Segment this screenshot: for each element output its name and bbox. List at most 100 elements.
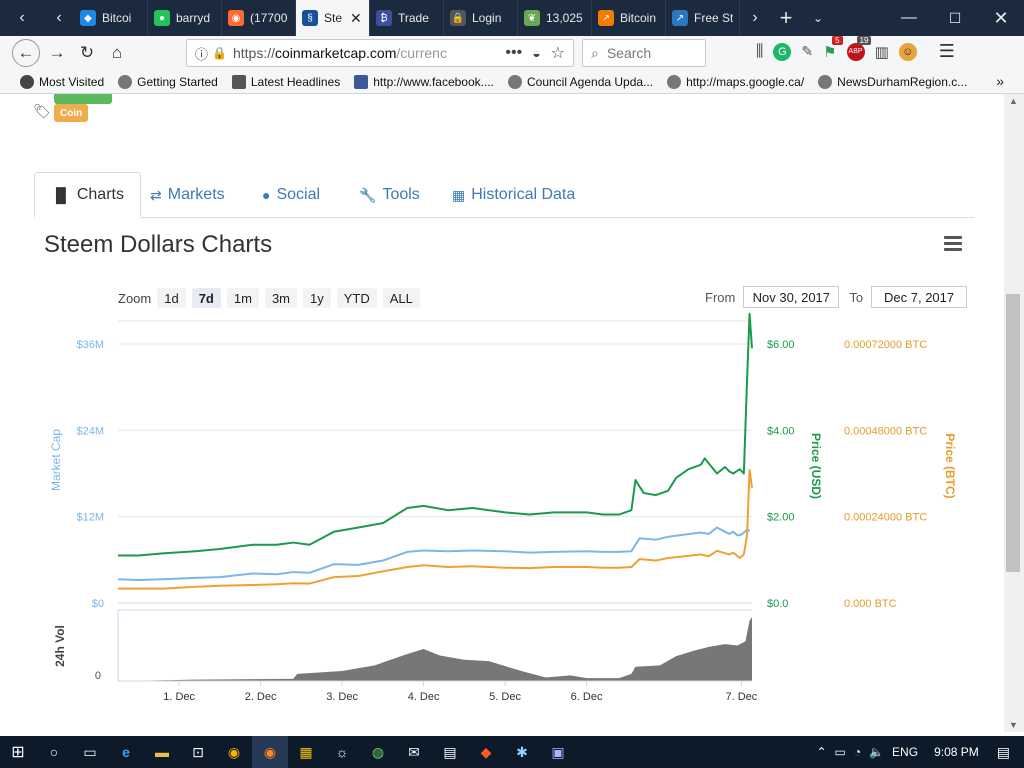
trade-tab-icon: ₿ — [376, 10, 392, 26]
store-icon[interactable]: ⊡ — [180, 736, 216, 768]
globe-app-icon[interactable]: ◍ — [360, 736, 396, 768]
bookmark-star-icon[interactable]: ☆ — [551, 43, 565, 63]
page-actions-icon[interactable]: ••• — [505, 44, 522, 62]
media-app-icon[interactable]: ▣ — [540, 736, 576, 768]
clock[interactable]: 9:08 PM — [934, 745, 979, 759]
green-dot-tab-icon: ● — [154, 10, 170, 26]
back-tab-arrow-icon[interactable]: ‹ — [44, 0, 74, 36]
hamburger-menu-icon[interactable]: ☰ — [939, 41, 955, 62]
volume-axis-label: 24h Vol — [53, 625, 67, 667]
y-left-axis-label: Market Cap — [49, 429, 63, 491]
home-button[interactable]: ⌂ — [102, 38, 132, 68]
forward-button[interactable]: → — [42, 38, 72, 68]
language-indicator[interactable]: ENG — [892, 745, 918, 759]
cortana-icon[interactable]: ○ — [36, 736, 72, 768]
y-left-tick: $12M — [76, 512, 104, 524]
close-window-icon[interactable]: ✕ — [978, 0, 1024, 36]
browser-tab-8[interactable]: ↗ Free St — [666, 0, 740, 36]
extension-icon[interactable]: ⚑ 5 — [823, 35, 843, 61]
bookmark-2[interactable]: Latest Headlines — [231, 74, 340, 89]
bitcoin-tab-icon: ◆ — [80, 10, 96, 26]
scrollbar-thumb[interactable] — [1006, 294, 1020, 572]
browser-tab-5[interactable]: 🔒 Login — [444, 0, 518, 36]
maximize-icon[interactable]: ☐ — [932, 0, 978, 36]
browser-tab-4[interactable]: ₿ Trade — [370, 0, 444, 36]
search-box[interactable]: ⌕ Search — [582, 39, 706, 67]
firefox-taskbar-icon[interactable]: ◉ — [252, 736, 288, 768]
tab-scroll-left-icon[interactable]: ‹ — [0, 0, 44, 36]
calculator-grid-icon[interactable]: ▦ — [288, 736, 324, 768]
page-scrollbar[interactable]: ▲ ▼ — [1004, 94, 1024, 732]
bookmarks-overflow-icon[interactable]: » — [996, 73, 1004, 89]
page-content: 🏷 Coin ▐▌ Charts ⇄ Markets ● Social 🔧 Tools … — [0, 94, 1004, 732]
bookmark-3[interactable]: http://www.facebook.... — [354, 74, 494, 89]
browser-tab-1[interactable]: ● barryd — [148, 0, 222, 36]
windows-start-icon[interactable]: ⊞ — [0, 736, 36, 768]
back-button[interactable]: ← — [12, 39, 40, 67]
adblock-icon[interactable]: ABP 19 — [846, 35, 872, 61]
bookmark-0[interactable]: Most Visited — [20, 74, 105, 89]
notifications-icon[interactable]: ▤ — [997, 744, 1010, 761]
minimize-icon[interactable]: — — [886, 0, 932, 36]
task-view-icon[interactable]: ▭ — [72, 736, 108, 768]
bookmark-label: Most Visited — [39, 74, 105, 89]
app-icon[interactable]: ☼ — [324, 736, 360, 768]
bookmark-6[interactable]: NewsDurhamRegion.c... — [818, 74, 968, 89]
url-bar[interactable]: ⓘ 🔒 https://coinmarketcap.com/currenc ••… — [186, 39, 574, 67]
browser-tab-0[interactable]: ◆ Bitcoi — [74, 0, 148, 36]
tab-scroll-right-icon[interactable]: › — [740, 0, 770, 36]
chrome-icon[interactable]: ◉ — [216, 736, 252, 768]
wifi-icon[interactable]: ◔ — [854, 745, 861, 759]
price-chart: $0 $0.0 0.000 BTC $12M $2.00 0.00024000 BTC $2… — [49, 312, 957, 703]
arrow-left-icon: ← — [17, 43, 35, 62]
scroll-up-icon[interactable]: ▲ — [1009, 96, 1018, 106]
monkey-icon[interactable]: ☺ — [898, 42, 917, 61]
browser-tab-label: Trade — [398, 11, 429, 25]
browser-tab-6[interactable]: ❦ 13,025 — [518, 0, 592, 36]
browser-tab-7[interactable]: ↗ Bitcoin — [592, 0, 666, 36]
brave-icon[interactable]: ◆ — [468, 736, 504, 768]
orange-tab-icon: ◉ — [228, 10, 244, 26]
browser-tab-label: Free St — [694, 11, 733, 25]
calculator-icon[interactable]: ▤ — [432, 736, 468, 768]
adblock-badge: 19 — [856, 35, 872, 45]
x-tick-label: 2. Dec — [245, 691, 277, 703]
close-tab-icon[interactable]: ✕ — [350, 10, 362, 27]
info-icon[interactable]: ⓘ — [195, 44, 208, 63]
y-btc-tick: 0.00072000 BTC — [844, 339, 927, 351]
chart-tab-icon: ↗ — [598, 10, 614, 26]
new-tab-plus-icon[interactable]: + — [770, 0, 802, 36]
network-app-icon[interactable]: ✱ — [504, 736, 540, 768]
bookmark-label: NewsDurhamRegion.c... — [837, 74, 968, 89]
bookmark-4[interactable]: Council Agenda Upda... — [507, 74, 653, 89]
volume-icon[interactable]: 🔈 — [869, 745, 884, 759]
lock-icon: 🔒 — [212, 46, 227, 60]
arrow-right-icon: → — [48, 43, 66, 62]
search-input[interactable]: Search — [607, 45, 651, 61]
library-icon[interactable]: ⫼ — [756, 43, 763, 61]
tab-list-chevron-icon[interactable]: ⌄ — [802, 0, 834, 36]
tray-chevron-icon[interactable]: ⌃ — [816, 745, 826, 759]
browser-tab-label: barryd — [176, 11, 211, 25]
battery-icon[interactable]: ▭ — [835, 745, 846, 759]
mail-icon[interactable]: ✉ — [396, 736, 432, 768]
steem-tab-icon: § — [302, 10, 318, 26]
bookmark-1[interactable]: Getting Started — [118, 74, 218, 89]
file-explorer-icon[interactable]: ▬ — [144, 736, 180, 768]
edge-icon[interactable]: e — [108, 736, 144, 768]
y-left-tick: $24M — [76, 425, 104, 437]
globe-icon — [818, 74, 833, 89]
bookmark-5[interactable]: http://maps.google.ca/ — [667, 74, 804, 89]
browser-tab-label: Login — [472, 11, 502, 25]
volume-area — [118, 617, 752, 681]
pocket-icon[interactable]: ◒ — [532, 45, 540, 61]
browser-tab-label: (17700 — [250, 11, 288, 25]
bookmark-list: Most Visited Getting Started Latest Headli… — [20, 74, 981, 89]
sidebar-icon[interactable]: ▥ — [875, 43, 889, 61]
browser-tab-3[interactable]: § Ste ✕ — [296, 0, 370, 36]
reload-button[interactable]: ↻ — [72, 38, 102, 68]
eyedropper-icon[interactable]: ✎ — [801, 43, 813, 60]
grammarly-icon[interactable]: G — [773, 42, 792, 61]
browser-tab-2[interactable]: ◉ (17700 — [222, 0, 296, 36]
scroll-down-icon[interactable]: ▼ — [1009, 720, 1018, 730]
